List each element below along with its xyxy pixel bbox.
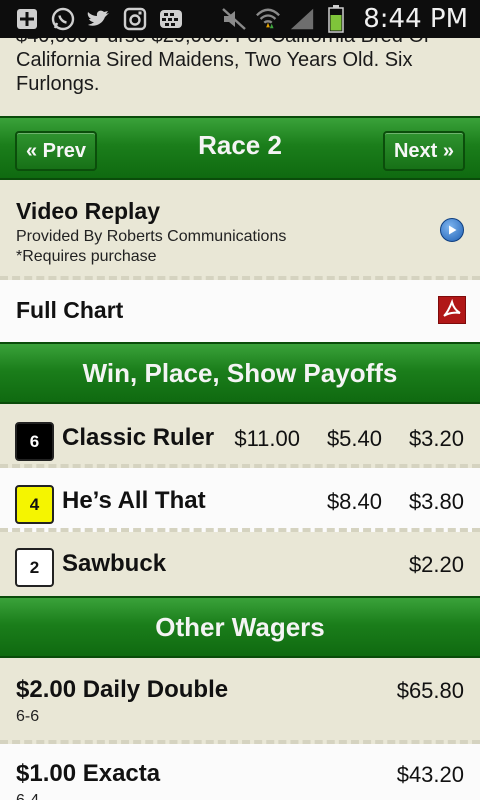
- horse-name: Sawbuck: [62, 550, 167, 577]
- video-replay-provider: Provided By Roberts Communications: [16, 228, 287, 245]
- wager-payout: $43.20: [396, 762, 464, 787]
- wager-name: $2.00 Daily Double: [16, 676, 229, 703]
- add-icon: [14, 6, 40, 32]
- video-replay-note: *Requires purchase: [16, 248, 157, 265]
- instagram-icon: [122, 6, 148, 32]
- other-wagers-title: Other Wagers: [155, 611, 325, 642]
- next-race-button[interactable]: Next »: [382, 131, 465, 171]
- prev-race-button[interactable]: « Prev: [15, 131, 98, 171]
- full-chart-title: Full Chart: [16, 297, 124, 323]
- race-title: Race 2: [198, 129, 282, 160]
- show-payout: $2.20: [408, 552, 464, 577]
- payoff-row: 6 Classic Ruler $11.00 $5.40 $3.20: [0, 404, 480, 468]
- race-description: $40,000 Purse $29,000. For California Br…: [0, 38, 480, 116]
- wifi-icon: [255, 6, 281, 32]
- full-chart-row[interactable]: Full Chart: [0, 280, 480, 342]
- wager-payout: $65.80: [396, 678, 464, 703]
- wager-name: $1.00 Exacta: [16, 760, 161, 787]
- status-bar: 8:44 PM: [0, 0, 480, 38]
- other-wagers-header: Other Wagers: [0, 596, 480, 658]
- show-payout: $3.20: [408, 426, 464, 451]
- wager-combination: 6-6: [16, 708, 40, 725]
- wager-row: $1.00 Exacta 6-4 $43.20: [0, 744, 480, 800]
- wager-combination: 6-4: [16, 792, 39, 800]
- post-position-badge: 6: [15, 422, 54, 461]
- status-time: 8:44 PM: [363, 4, 468, 34]
- twitter-icon: [86, 6, 112, 32]
- signal-icon: [289, 6, 315, 32]
- wager-row: $2.00 Daily Double 6-6 $65.80: [0, 658, 480, 744]
- win-payout: $11.00: [234, 426, 300, 451]
- blackberry-icon: [158, 6, 184, 32]
- mute-icon: [221, 6, 247, 32]
- race-nav-bar: « Prev Race 2 Next »: [0, 116, 480, 180]
- battery-icon: [323, 5, 349, 33]
- payoffs-header: Win, Place, Show Payoffs: [0, 342, 480, 404]
- show-payout: $3.80: [408, 489, 464, 514]
- play-icon[interactable]: [440, 218, 464, 242]
- race-description-text: $40,000 Purse $29,000. For California Br…: [16, 38, 431, 95]
- place-payout: $8.40: [326, 489, 382, 514]
- video-replay-title: Video Replay: [16, 198, 161, 224]
- payoff-row: 2 Sawbuck $2.20: [0, 532, 480, 596]
- pdf-icon[interactable]: [438, 296, 466, 324]
- horse-name: He’s All That: [62, 487, 206, 514]
- post-position-badge: 2: [15, 548, 54, 587]
- payoff-row: 4 He’s All That $8.40 $3.80: [0, 468, 480, 532]
- video-replay-row[interactable]: Video Replay Provided By Roberts Communi…: [0, 180, 480, 280]
- whatsapp-icon: [50, 6, 76, 32]
- place-payout: $5.40: [326, 426, 382, 451]
- payoffs-title: Win, Place, Show Payoffs: [82, 357, 398, 388]
- post-position-badge: 4: [15, 485, 54, 524]
- horse-name: Classic Ruler: [62, 424, 215, 451]
